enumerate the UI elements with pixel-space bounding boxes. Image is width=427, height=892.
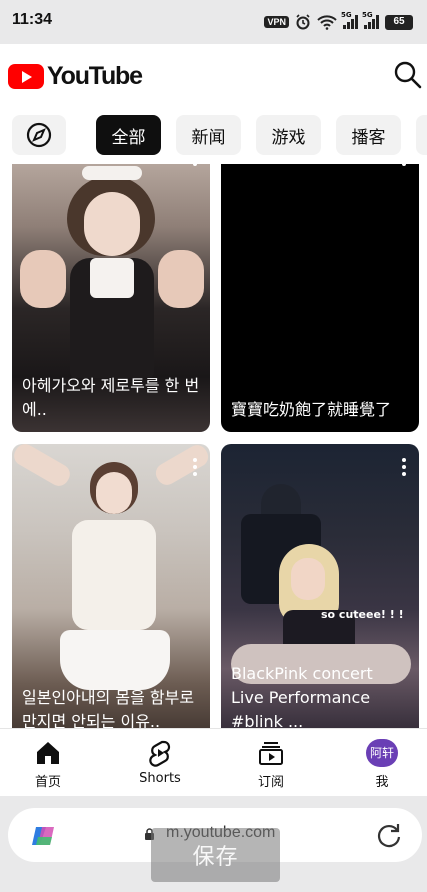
home-icon	[37, 742, 59, 764]
chip-more[interactable]	[416, 115, 427, 155]
shorts-card[interactable]: 아헤가오와 제로투를 한 번에..	[12, 164, 210, 432]
alarm-icon	[296, 14, 310, 30]
reload-icon[interactable]	[375, 821, 403, 849]
compass-icon	[26, 122, 52, 148]
app-header: YouTube	[0, 44, 427, 104]
overlay-caption: so cuteee! ! !	[321, 608, 404, 621]
shorts-title: 寶寶吃奶飽了就睡覺了	[231, 400, 392, 419]
chip-all[interactable]: 全部	[96, 115, 161, 155]
chip-gaming[interactable]: 游戏	[256, 115, 321, 155]
nav-home[interactable]: 首页	[3, 729, 93, 797]
subscriptions-icon	[259, 742, 283, 765]
shorts-card[interactable]: so cuteee! ! ! BlackPink concert Live Pe…	[221, 444, 419, 728]
wifi-icon	[317, 15, 337, 30]
chip-news[interactable]: 新闻	[176, 115, 241, 155]
shorts-icon	[149, 740, 171, 767]
signal-icon-2: 5G	[362, 11, 379, 29]
more-options-icon[interactable]	[401, 164, 407, 169]
nav-you[interactable]: 阿轩 我	[337, 729, 427, 797]
chip-podcasts[interactable]: 播客	[336, 115, 401, 155]
more-options-icon[interactable]	[401, 458, 407, 479]
copilot-icon[interactable]	[28, 821, 58, 851]
logo-text: YouTube	[47, 62, 143, 90]
status-time: 11:34	[12, 11, 53, 28]
vpn-badge: VPN	[264, 16, 289, 28]
youtube-play-icon	[8, 64, 44, 89]
avatar: 阿轩	[366, 739, 398, 767]
nav-subscriptions-label: 订阅	[257, 775, 284, 790]
bottom-navigation: 首页 Shorts 订阅 阿轩 我	[0, 728, 427, 796]
explore-chip[interactable]	[12, 115, 66, 155]
status-icons: VPN 5G 5G 65	[264, 11, 413, 32]
category-chips: 全部 新闻 游戏 播客	[0, 112, 427, 160]
nav-shorts[interactable]: Shorts	[115, 729, 205, 797]
shorts-title: 아헤가오와 제로투를 한 번에..	[22, 376, 200, 419]
nav-home-label: 首页	[34, 775, 61, 790]
nav-subscriptions[interactable]: 订阅	[226, 729, 316, 797]
nav-shorts-label: Shorts	[139, 771, 181, 786]
signal-icon-1: 5G	[341, 11, 358, 29]
search-icon[interactable]	[393, 60, 423, 90]
save-button[interactable]: 保存	[151, 828, 280, 882]
shorts-card[interactable]: 일본인아내의 몸을 함부로 만지면 안되는 이유..	[12, 444, 210, 728]
battery-icon: 65	[385, 14, 413, 30]
shorts-title: 일본인아내의 몸을 함부로 만지면 안되는 이유..	[22, 688, 195, 728]
shorts-title: BlackPink concert Live Performance #blin…	[231, 664, 373, 728]
more-options-icon[interactable]	[192, 458, 198, 479]
status-bar: 11:34 VPN 5G 5G 65	[0, 0, 427, 44]
shorts-grid: 아헤가오와 제로투를 한 번에.. 寶寶吃奶飽了就睡覺了 일본인아내의 몸을 함…	[0, 164, 427, 728]
more-options-icon[interactable]	[192, 164, 198, 169]
nav-you-label: 我	[375, 775, 389, 790]
shorts-card[interactable]: 寶寶吃奶飽了就睡覺了	[221, 164, 419, 432]
youtube-logo[interactable]: YouTube	[8, 62, 143, 91]
